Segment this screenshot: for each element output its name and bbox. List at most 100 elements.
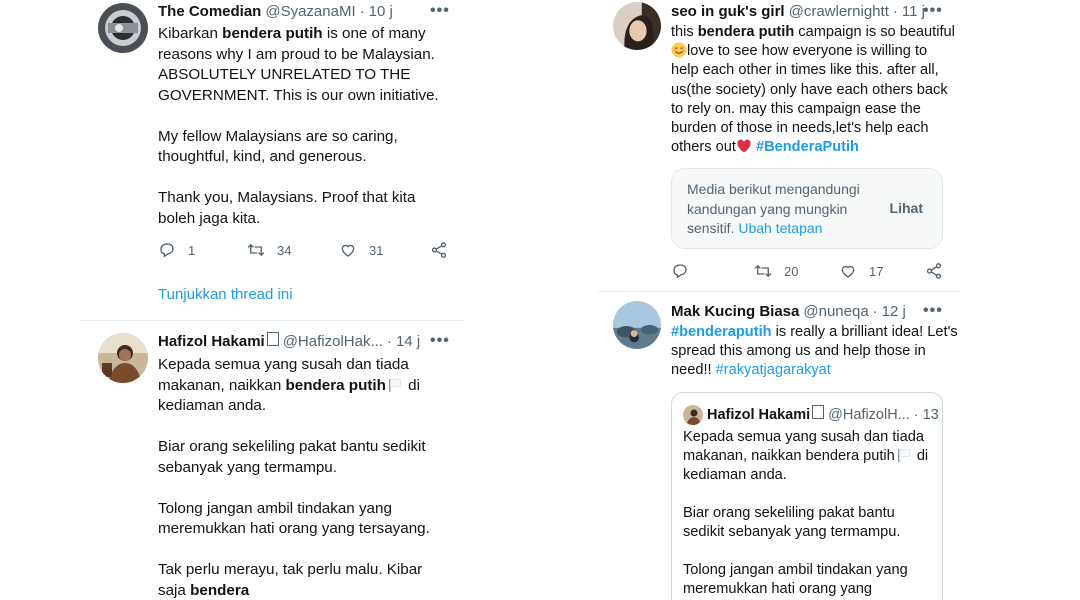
more-icon[interactable]: ••• [923, 301, 943, 321]
handle[interactable]: @SyazanaMI [265, 2, 355, 22]
reply-button[interactable]: 1 [158, 241, 195, 259]
tweet-line: burden of those in needs,let's help each [671, 120, 929, 137]
hashtag-link[interactable]: #benderaputih [671, 324, 772, 340]
quoted-timestamp: 13 j [922, 407, 942, 423]
more-icon[interactable]: ••• [430, 331, 450, 351]
tweet-line: boleh jaga kita. [158, 209, 261, 227]
display-name[interactable]: Mak Kucing Biasa [671, 302, 799, 322]
share-button[interactable] [925, 262, 943, 280]
avatar-image [98, 3, 148, 53]
avatar[interactable] [98, 333, 148, 383]
share-button[interactable] [430, 241, 448, 259]
emoji-badge-icon [812, 405, 825, 419]
avatar[interactable] [98, 3, 148, 53]
separator-dot: · [892, 3, 898, 20]
reply-icon [673, 264, 687, 279]
avatar[interactable] [613, 2, 661, 50]
hashtag-link[interactable]: #BenderaPutih [756, 139, 859, 155]
tweet-seo-in-guks-girl[interactable]: seo in guk's girl @crawlernightt · 11 j … [598, 0, 960, 290]
like-button[interactable]: 31 [339, 241, 383, 259]
reply-icon [160, 243, 174, 258]
separator-dot: · [359, 3, 365, 20]
avatar[interactable] [613, 301, 661, 349]
quoted-tweet[interactable]: Hafizol Hakami @HafizolH... · 13 j Kepad… [671, 392, 943, 600]
tweet-line: #benderaputih is really a brilliant idea… [671, 324, 958, 340]
handle[interactable]: @crawlernightt [789, 2, 889, 22]
handle[interactable]: @nuneqa [803, 302, 868, 322]
avatar-image [683, 405, 703, 425]
like-icon [841, 265, 855, 278]
tweet-hafizol-hakami[interactable]: Hafizol Hakami @HafizolHak... · 14 j •••… [80, 321, 464, 600]
flag-icon [388, 378, 401, 392]
tweet-line: Kibarkan bendera putih is one of many [158, 25, 426, 42]
quoted-handle: @HafizolH... [828, 407, 910, 423]
sensitive-media-text: Media berikut mengandungi kandungan yang… [687, 181, 860, 236]
retweet-icon [754, 265, 772, 277]
sensitive-media-warning: Media berikut mengandungi kandungan yang… [671, 168, 943, 249]
like-button[interactable]: 17 [839, 262, 883, 280]
tweet-actions: 20 17 [671, 261, 951, 281]
like-count: 17 [869, 263, 884, 279]
left-timeline: The Comedian @SyazanaMI · 10 j ••• Kibar… [80, 0, 464, 600]
separator-dot: · [386, 333, 392, 350]
smile-emoji-icon [671, 42, 687, 58]
tweet-actions: 1 34 31 [158, 240, 458, 260]
timestamp[interactable]: 12 j [882, 302, 906, 322]
quoted-display-name: Hafizol Hakami [707, 407, 811, 423]
tweet-line: this bendera putih campaign is so beauti… [671, 24, 955, 40]
tweet-line: kediaman anda. [158, 397, 267, 414]
tweet-line: Kepada semua yang susah dan tiada [158, 356, 409, 373]
retweet-button[interactable]: 20 [754, 262, 798, 280]
retweet-button[interactable]: 34 [247, 241, 291, 259]
emoji-badge-icon [266, 332, 279, 346]
tweet-line: Tolong jangan ambil tindakan yang [158, 499, 392, 517]
hashtag-link[interactable]: #rakyatjagarakyat [716, 362, 831, 378]
show-thread-link[interactable]: Tunjukkan thread ini [158, 286, 293, 303]
timestamp[interactable]: 11 j [902, 2, 925, 22]
reply-button[interactable] [671, 262, 689, 280]
separator-dot: · [872, 303, 878, 320]
tweet-line: Tak perlu merayu, tak perlu malu. Kibar [158, 561, 423, 578]
tweet-line: Thank you, Malaysians. Proof that kita [158, 189, 416, 206]
tweet-text: Kibarkan bendera putih is one of many re… [158, 24, 439, 229]
tweet-line: sebanyak yang termampu. [158, 458, 337, 476]
change-settings-link[interactable]: Ubah tetapan [738, 220, 822, 236]
tweet-line: others out #BenderaPutih [671, 139, 859, 156]
tweet-line: Biar orang sekeliling pakat bantu sediki… [158, 438, 426, 455]
tweet-line: GOVERNMENT. This is our own initiative. [158, 86, 439, 104]
timestamp[interactable]: 10 j [369, 2, 393, 22]
like-icon [341, 244, 355, 257]
separator-dot: · [913, 407, 919, 423]
avatar-image [98, 333, 148, 383]
avatar-image [613, 301, 661, 349]
more-icon[interactable]: ••• [430, 1, 450, 21]
tweet-line: need!! #rakyatjagarakyat [671, 362, 831, 379]
quoted-avatar [683, 405, 703, 425]
tweet-the-comedian[interactable]: The Comedian @SyazanaMI · 10 j ••• Kibar… [80, 0, 464, 320]
tweet-line: thoughtful, kind, and generous. [158, 148, 367, 165]
display-name[interactable]: Hafizol Hakami [158, 332, 265, 352]
handle[interactable]: @HafizolHak... [283, 332, 383, 352]
timestamp[interactable]: 14 j [396, 332, 420, 352]
view-media-button[interactable]: Lihat [890, 200, 923, 216]
reply-count: 1 [188, 242, 196, 258]
display-name[interactable]: seo in guk's girl [671, 2, 785, 22]
red-heart-emoji-icon [737, 139, 751, 153]
tweet-mak-kucing-biasa[interactable]: Mak Kucing Biasa @nuneqa · 12 j ••• #ben… [598, 292, 960, 600]
tweet-text: this bendera putih campaign is so beauti… [671, 23, 955, 157]
avatar-image [613, 2, 661, 50]
retweet-count: 34 [277, 242, 292, 258]
like-count: 31 [369, 242, 384, 258]
tweet-line: saja bendera [158, 581, 250, 599]
tweet-line: makanan, naikkan bendera putih di [158, 376, 420, 394]
more-icon[interactable]: ••• [923, 1, 943, 21]
tweet-line: meremukkan hati orang yang tersayang. [158, 520, 430, 537]
share-icon [431, 242, 447, 258]
tweet-line: reasons why I am proud to be Malaysian. [158, 45, 435, 63]
display-name[interactable]: The Comedian [158, 2, 261, 22]
retweet-count: 20 [784, 263, 799, 279]
tweet-text: #benderaputih is really a brilliant idea… [671, 323, 958, 381]
tweet-line: spread this among us and help those in [671, 343, 926, 360]
tweet-line: help each other in times like this. afte… [671, 62, 939, 79]
share-icon [926, 263, 942, 279]
